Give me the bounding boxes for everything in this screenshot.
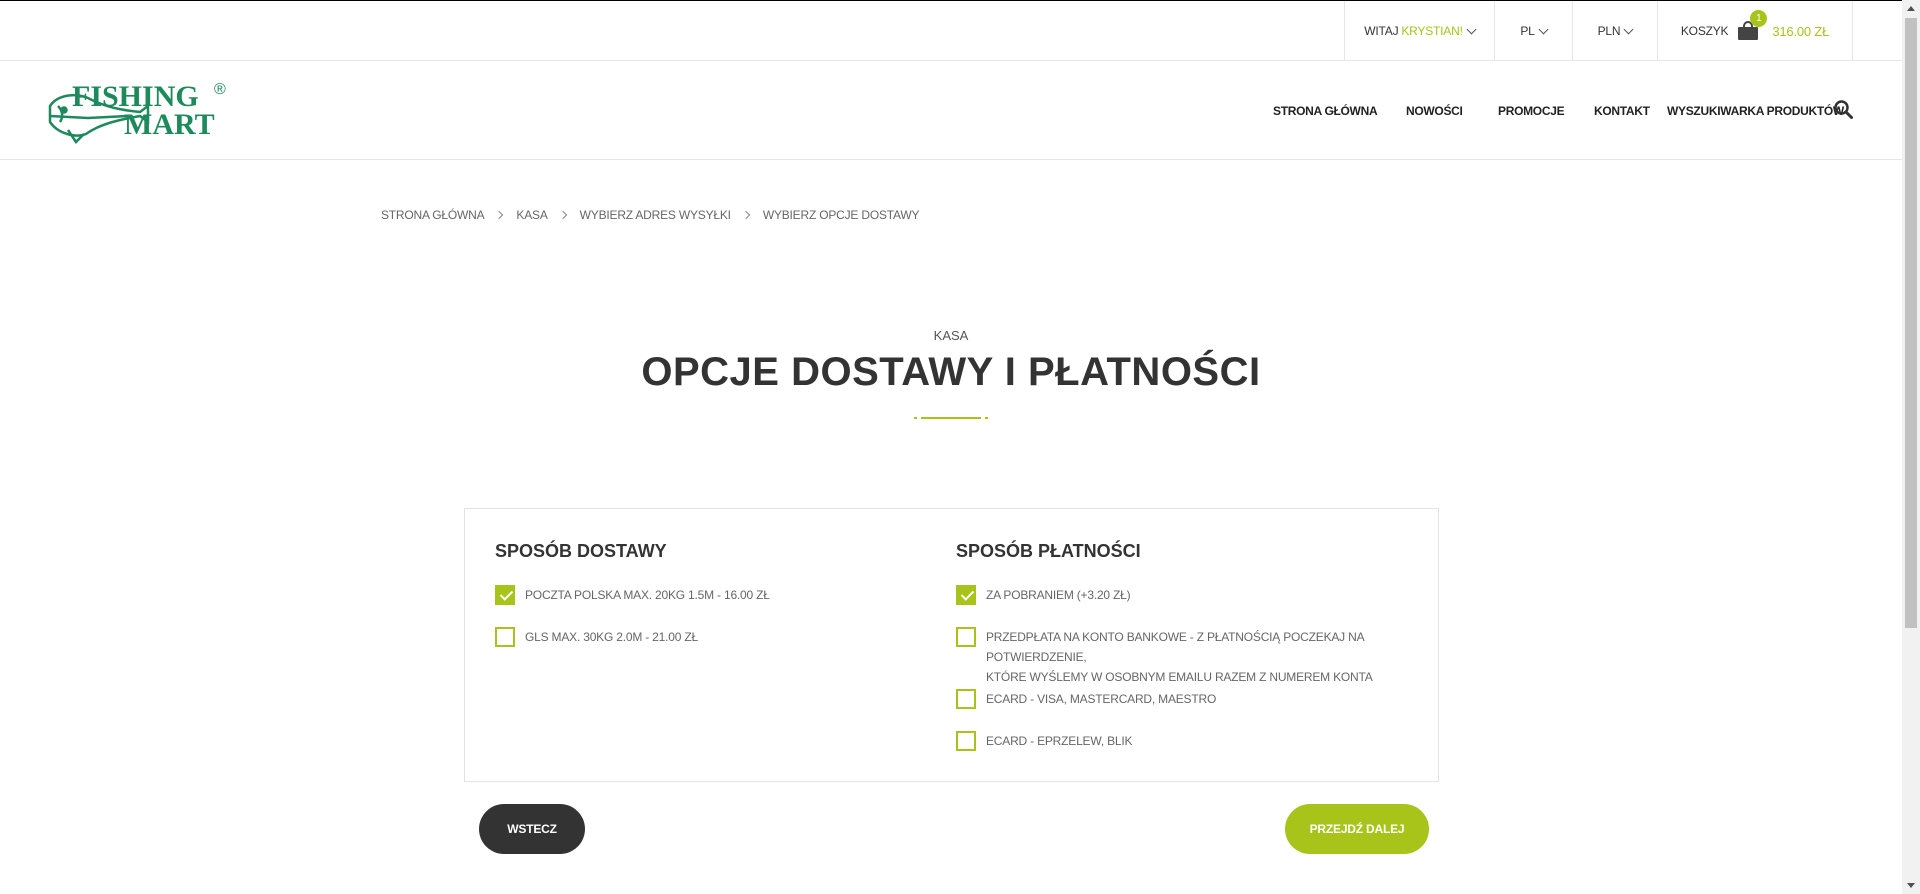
payment-option-ecard-cards[interactable]: ECARD - VISA, MASTERCARD, MAESTRO — [956, 689, 1216, 709]
chevron-right-icon — [495, 210, 504, 220]
greeting-text: WITAJ — [1364, 24, 1399, 38]
user-name: KRYSTIAN! — [1401, 24, 1463, 38]
language-value: PL — [1520, 24, 1535, 38]
back-button[interactable]: WSTECZ — [479, 804, 585, 854]
nav-promotions[interactable]: PROMOCJE — [1498, 61, 1565, 160]
page-scrollbar[interactable] — [1902, 0, 1920, 894]
breadcrumb-current: WYBIERZ OPCJE DOSTAWY — [762, 208, 920, 222]
currency-select[interactable]: PLN — [1572, 1, 1657, 61]
delivery-option-label: POCZTA POLSKA MAX. 20KG 1.5M - 16.00 ZŁ — [525, 588, 770, 602]
scrollbar-thumb[interactable] — [1905, 18, 1917, 628]
nav-contact[interactable]: KONTAKT — [1594, 61, 1650, 160]
payment-option-label: ZA POBRANIEM (+3.20 ZŁ) — [986, 588, 1131, 602]
svg-text:MART: MART — [124, 108, 215, 141]
checkout-options-panel: SPOSÓB DOSTAWY POCZTA POLSKA MAX. 20KG 1… — [464, 508, 1439, 782]
delivery-option-gls[interactable]: GLS MAX. 30KG 2.0M - 21.00 ZŁ — [495, 627, 698, 647]
cart-label: KOSZYK — [1680, 24, 1729, 38]
svg-text:®: ® — [214, 81, 226, 98]
delivery-option-poczta[interactable]: POCZTA POLSKA MAX. 20KG 1.5M - 16.00 ZŁ — [495, 585, 770, 605]
chevron-right-icon — [741, 210, 751, 220]
payment-checkbox-bank-transfer[interactable] — [956, 627, 976, 647]
payment-checkbox-cod[interactable] — [956, 585, 976, 605]
chevron-right-icon — [558, 210, 567, 220]
logo[interactable]: FISHING MART ® — [48, 76, 232, 146]
delivery-checkbox-gls[interactable] — [495, 627, 515, 647]
payment-checkbox-ecard-blik[interactable] — [956, 731, 976, 751]
title-divider — [914, 417, 988, 419]
payment-option-label-line2: KTÓRE WYŚLEMY W OSOBNYM EMAILU RAZEM Z N… — [986, 670, 1373, 684]
payment-option-ecard-blik[interactable]: ECARD - EPRZELEW, BLIK — [956, 731, 1133, 751]
delivery-option-label: GLS MAX. 30KG 2.0M - 21.00 ZŁ — [525, 630, 698, 644]
payment-checkbox-ecard-cards[interactable] — [956, 689, 976, 709]
cart-count-badge: 1 — [1750, 10, 1768, 27]
scroll-down-icon[interactable] — [1902, 877, 1920, 894]
nav-product-search[interactable]: WYSZUKIWARKA PRODUKTÓW — [1667, 61, 1844, 160]
breadcrumb-home[interactable]: STRONA GŁÓWNA — [381, 208, 485, 222]
chevron-down-icon — [1466, 24, 1477, 34]
fishing-mart-logo: FISHING MART ® — [48, 80, 226, 144]
breadcrumb-checkout[interactable]: KASA — [516, 208, 547, 222]
scroll-up-icon[interactable] — [1902, 0, 1920, 17]
page-kicker: KASA — [933, 328, 969, 343]
chevron-down-icon — [1623, 24, 1634, 34]
delivery-title: SPOSÓB DOSTAWY — [495, 541, 667, 561]
cart-button[interactable]: KOSZYK 1 316.00 ZŁ — [1657, 1, 1853, 61]
continue-button[interactable]: PRZEJDŹ DALEJ — [1285, 804, 1429, 854]
payment-option-label: PRZEDPŁATA NA KONTO BANKOWE - Z PŁATNOŚC… — [986, 627, 1438, 687]
payment-option-label: ECARD - EPRZELEW, BLIK — [986, 734, 1133, 748]
payment-option-label-line1: PRZEDPŁATA NA KONTO BANKOWE - Z PŁATNOŚC… — [986, 630, 1364, 664]
delivery-checkbox-poczta[interactable] — [495, 585, 515, 605]
payment-option-label: ECARD - VISA, MASTERCARD, MAESTRO — [986, 692, 1217, 706]
language-select[interactable]: PL — [1494, 1, 1572, 61]
payment-option-cod[interactable]: ZA POBRANIEM (+3.20 ZŁ) — [956, 585, 1131, 605]
payment-title: SPOSÓB PŁATNOŚCI — [956, 541, 1141, 561]
main-header: FISHING MART ® STRONA GŁÓWNA NOWOŚCI PRO… — [0, 61, 1902, 160]
top-bar: WITAJ KRYSTIAN! PL PLN KOSZYK 1 316.00 Z… — [0, 0, 1902, 61]
nav-home[interactable]: STRONA GŁÓWNA — [1273, 61, 1378, 160]
cart-total: 316.00 ZŁ — [1772, 23, 1830, 39]
breadcrumb-address[interactable]: WYBIERZ ADRES WYSYŁKI — [580, 208, 731, 222]
shopping-bag-icon: 1 — [1738, 10, 1768, 40]
breadcrumb: STRONA GŁÓWNA KASA WYBIERZ ADRES WYSYŁKI… — [381, 208, 919, 222]
payment-option-bank-transfer[interactable]: PRZEDPŁATA NA KONTO BANKOWE - Z PŁATNOŚC… — [956, 627, 1438, 687]
chevron-down-icon — [1538, 24, 1549, 34]
page-title: OPCJE DOSTAWY I PŁATNOŚCI — [641, 350, 1261, 394]
search-icon[interactable] — [1834, 100, 1853, 119]
currency-value: PLN — [1597, 24, 1621, 38]
nav-new[interactable]: NOWOŚCI — [1406, 61, 1463, 160]
user-menu[interactable]: WITAJ KRYSTIAN! — [1344, 1, 1494, 61]
